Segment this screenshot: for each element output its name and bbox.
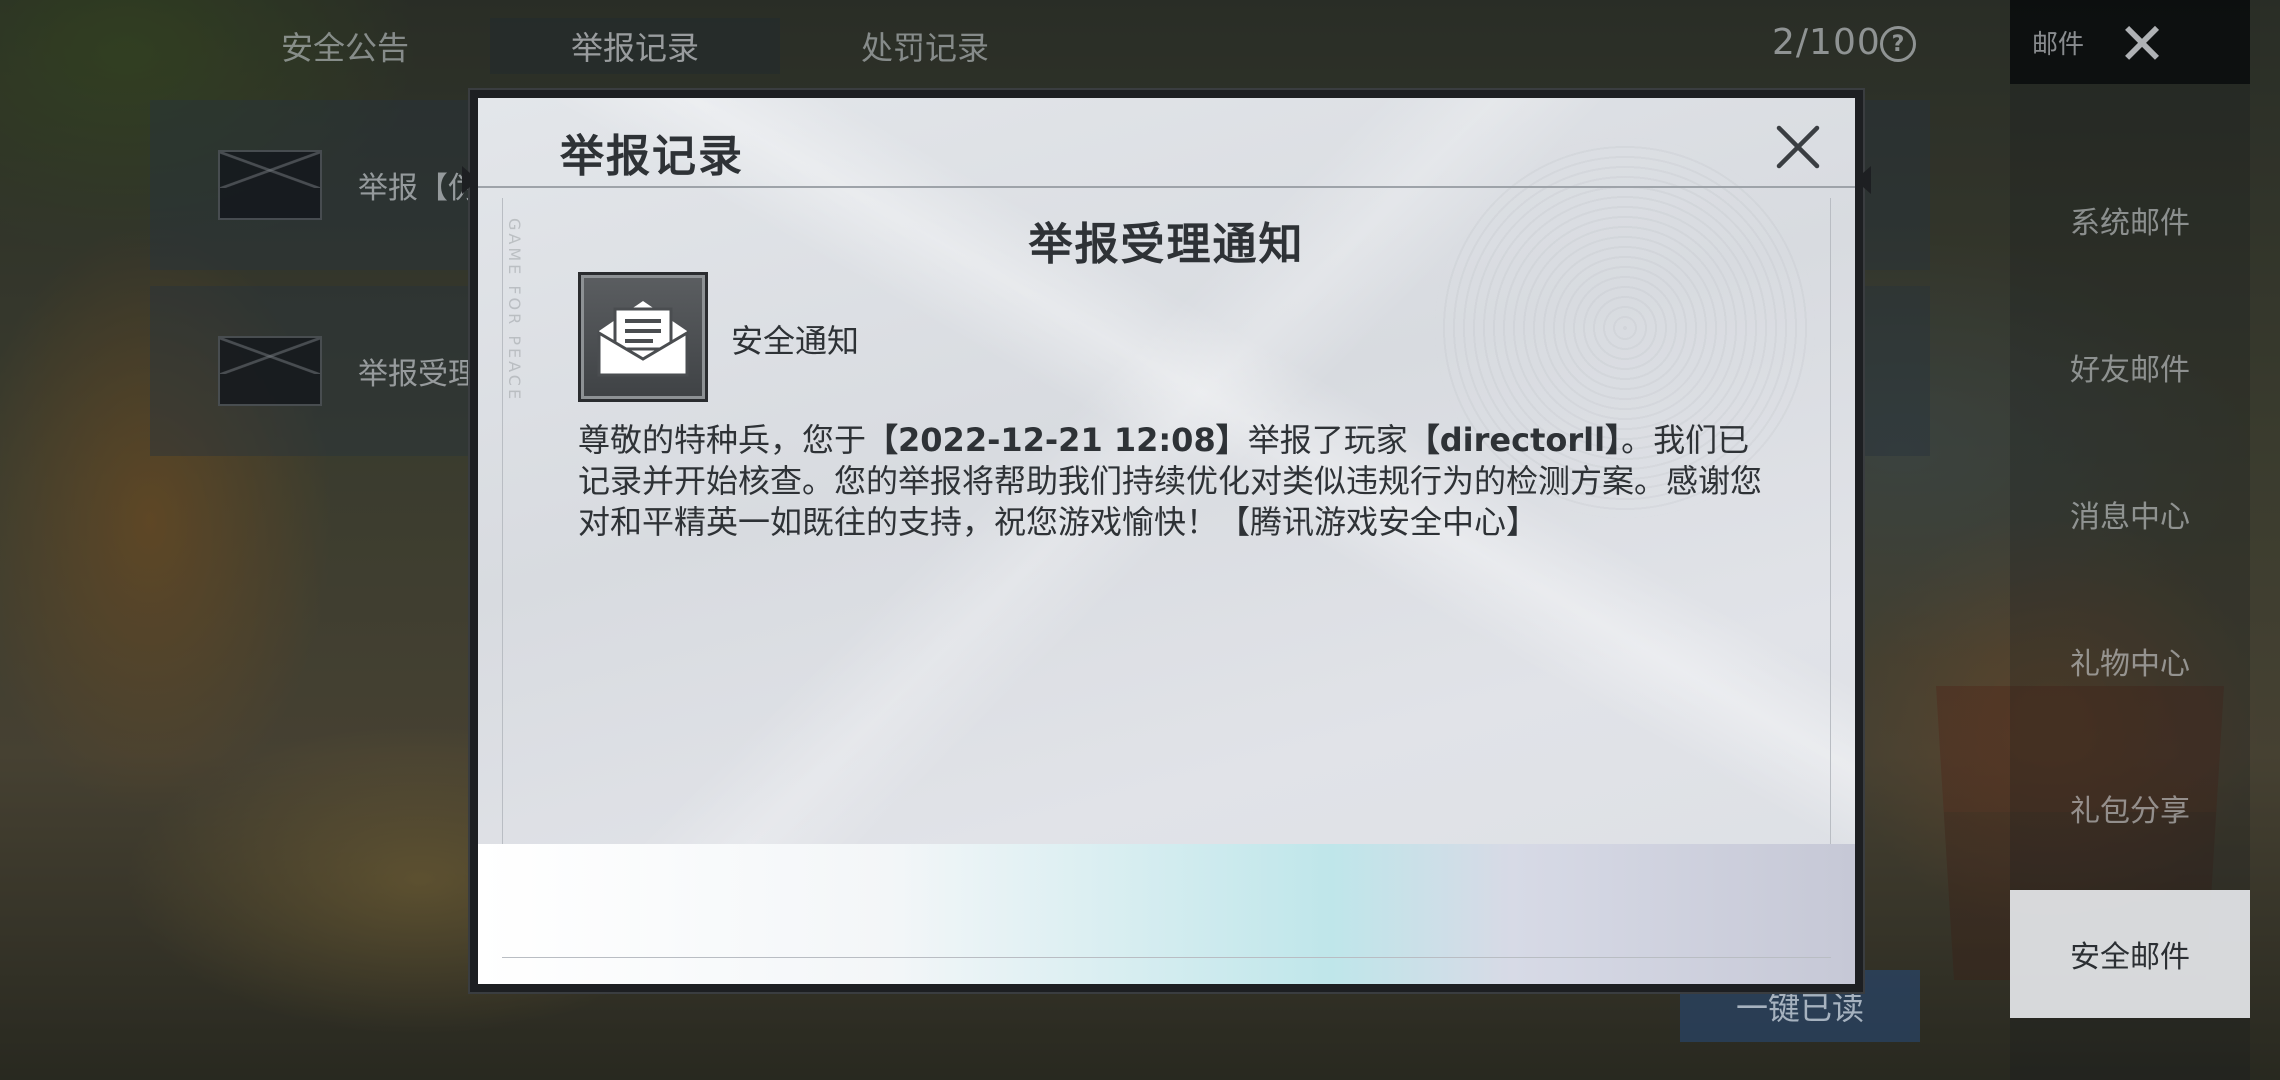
dialog-panel: GAME FOR PEACE 举报记录 举报受理通知 安全通知 尊敬的特种兵，您…	[478, 98, 1855, 984]
envelope-icon	[218, 336, 322, 406]
mail-counter: 2/100	[1772, 22, 1881, 63]
frame-notch-right	[1855, 166, 1871, 194]
body-text: 举报了玩家	[1247, 421, 1408, 459]
sidebar-item-system-mail[interactable]: 系统邮件	[2010, 178, 2250, 262]
mail-title: 举报【伪	[358, 171, 478, 206]
mail-sidebar: 邮件 系统邮件 好友邮件 消息中心 礼物中心 礼包分享 安全邮件	[2010, 0, 2250, 1080]
close-icon-glyph	[1776, 125, 1820, 169]
report-record-dialog: GAME FOR PEACE 举报记录 举报受理通知 安全通知 尊敬的特种兵，您…	[462, 90, 1871, 992]
tab-penalty-records[interactable]: 处罚记录	[780, 18, 1070, 74]
sidebar-item-security-mail[interactable]: 安全邮件	[2010, 890, 2250, 1018]
dialog-footer-art	[478, 844, 1855, 984]
tab-security-announcement[interactable]: 安全公告	[200, 18, 490, 74]
tab-report-records[interactable]: 举报记录	[490, 18, 780, 74]
envelope-open-icon	[597, 301, 689, 377]
top-tab-bar: 安全公告 举报记录 处罚记录	[200, 18, 1070, 74]
reported-player: 【directorll】	[1407, 421, 1622, 459]
sender-name: 安全通知	[731, 322, 860, 360]
report-time: 【2022-12-21 12:08】	[866, 421, 1248, 459]
sidebar-item-message-center[interactable]: 消息中心	[2010, 472, 2250, 556]
mail-title: 举报受理	[358, 357, 478, 392]
notice-heading: 举报受理通知	[1028, 219, 1305, 270]
sidebar-item-friend-mail[interactable]: 好友邮件	[2010, 325, 2250, 409]
close-icon[interactable]	[1769, 118, 1827, 176]
envelope-icon	[218, 150, 322, 220]
frame-line-bottom	[502, 957, 1831, 958]
help-icon[interactable]: ?	[1880, 26, 1916, 62]
dialog-title: 举报记录	[560, 131, 744, 182]
sender-avatar	[578, 272, 708, 402]
body-text: 尊敬的特种兵，您于	[578, 421, 867, 459]
frame-notch-left	[462, 166, 478, 194]
sidebar-item-gift-center[interactable]: 礼物中心	[2010, 619, 2250, 703]
sidebar-item-gift-share[interactable]: 礼包分享	[2010, 766, 2250, 850]
close-icon[interactable]: ✕	[2112, 14, 2172, 74]
notice-body: 尊敬的特种兵，您于【2022-12-21 12:08】举报了玩家【directo…	[578, 420, 1778, 543]
title-divider	[478, 186, 1855, 188]
